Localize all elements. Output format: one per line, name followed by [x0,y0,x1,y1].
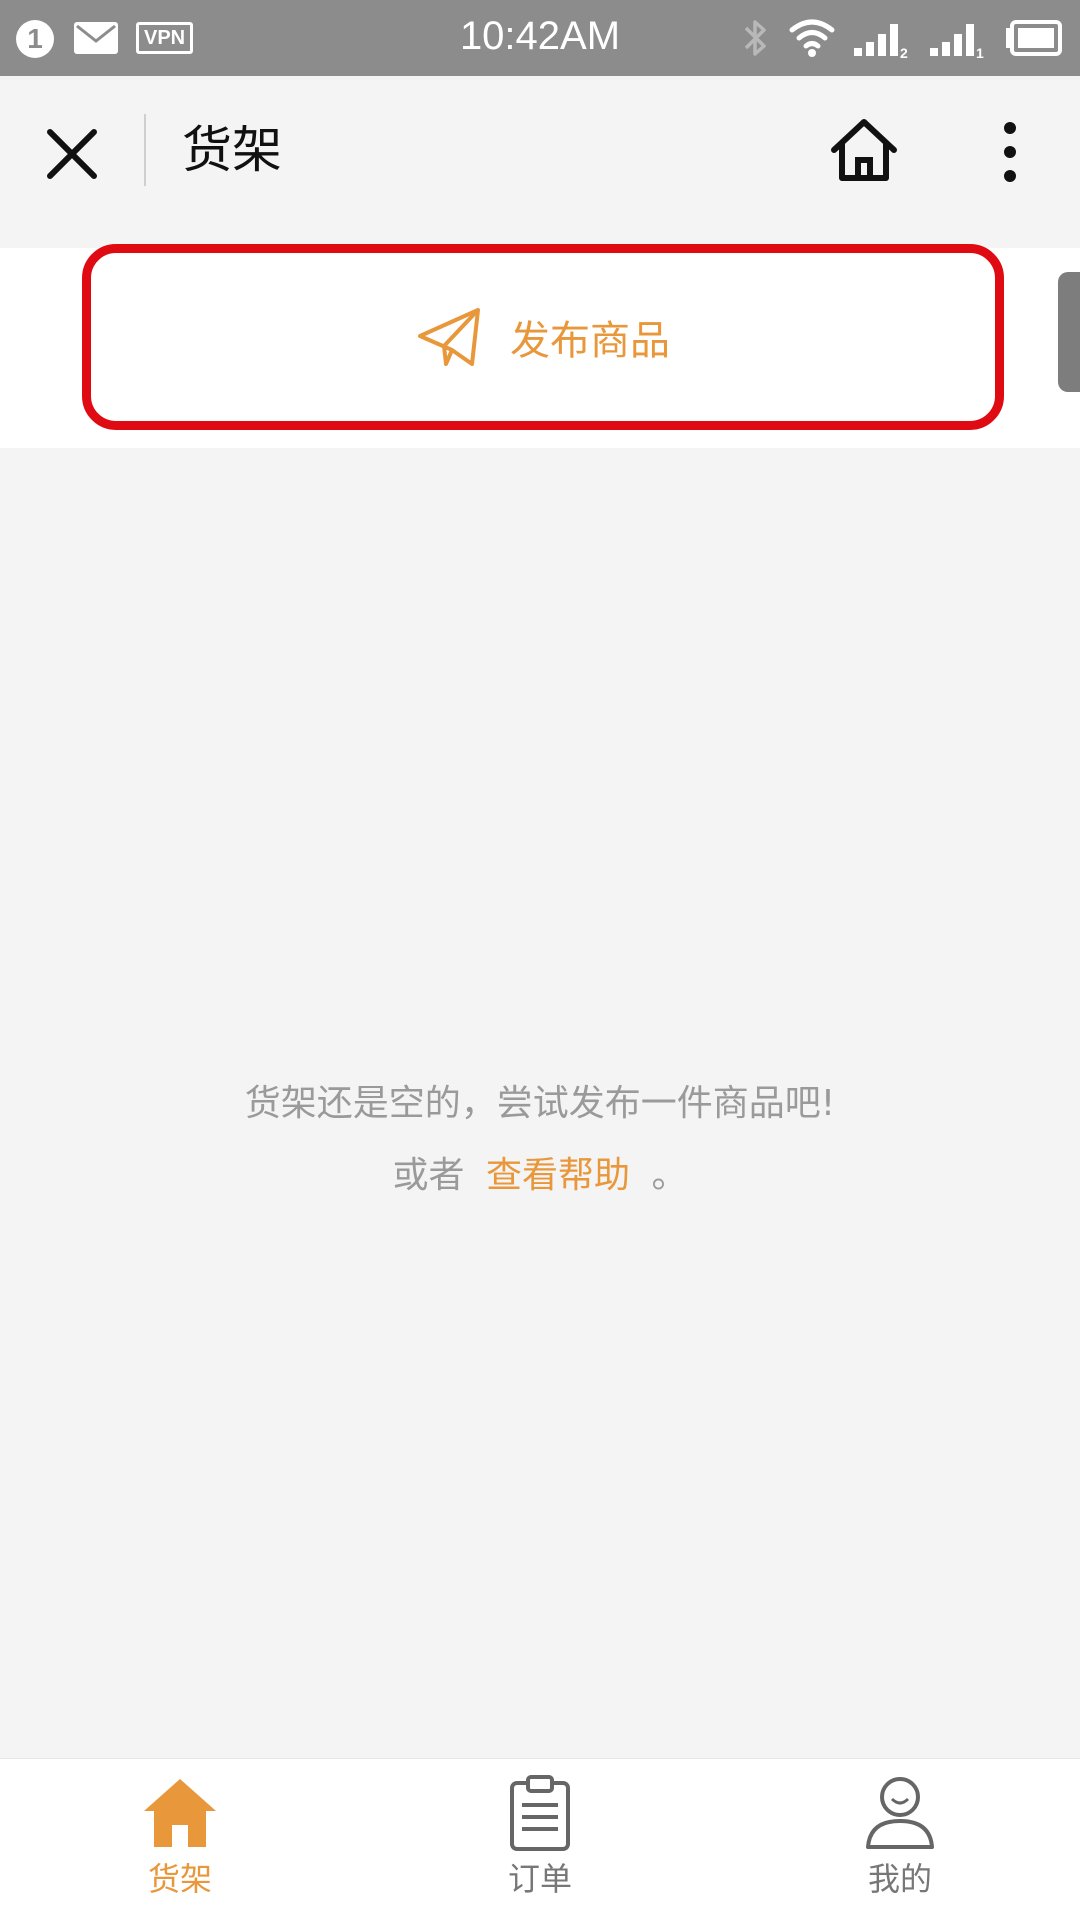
empty-state: 货架还是空的，尝试发布一件商品吧! 或者 查看帮助 。 [0,1080,1080,1200]
user-icon [866,1777,934,1849]
signal-sim1-icon: 1 [930,24,984,60]
battery-icon [1006,20,1062,56]
wifi-icon [789,19,835,57]
page-title: 货架 [182,121,282,179]
signal-sim2-icon: 2 [854,24,908,60]
close-icon[interactable] [44,126,100,182]
tab-mine-label: 我的 [867,1860,932,1898]
publish-product-label: 发布商品 [510,318,670,364]
publish-product-button[interactable]: 发布商品 [82,244,1004,430]
tab-shelf-label: 货架 [147,1860,212,1898]
side-drawer-handle[interactable] [1058,272,1080,392]
paper-plane-icon [418,308,480,366]
nav-bar: 货架 [0,76,1080,248]
empty-help-line: 或者 查看帮助 。 [0,1152,1080,1200]
svg-text:1: 1 [976,45,984,60]
home-filled-icon [144,1779,216,1847]
status-time: 10:42AM [459,14,621,58]
home-icon[interactable] [828,116,900,184]
tab-mine[interactable]: 我的 [800,1773,1000,1913]
view-help-link[interactable]: 查看帮助 [486,1155,630,1196]
tab-orders[interactable]: 订单 [440,1773,640,1913]
nav-divider [144,114,146,186]
svg-text:2: 2 [900,45,908,60]
help-prefix: 或者 [392,1155,465,1196]
bluetooth-icon [744,20,766,56]
tab-shelf[interactable]: 货架 [80,1773,280,1913]
bottom-tab-bar: 货架 订单 我的 [0,1758,1080,1918]
help-suffix: 。 [651,1155,688,1196]
clipboard-icon [510,1775,570,1851]
empty-shelf-message: 货架还是空的，尝试发布一件商品吧! [244,1083,836,1124]
more-vertical-icon[interactable] [990,120,1030,184]
screen: 1 VPN 10:42AM 2 1 货架 发布商品 货架还是空的，尝试发布一件商… [0,0,1080,1918]
status-bar: 1 VPN 10:42AM 2 1 [0,0,1080,76]
tab-orders-label: 订单 [507,1860,572,1898]
